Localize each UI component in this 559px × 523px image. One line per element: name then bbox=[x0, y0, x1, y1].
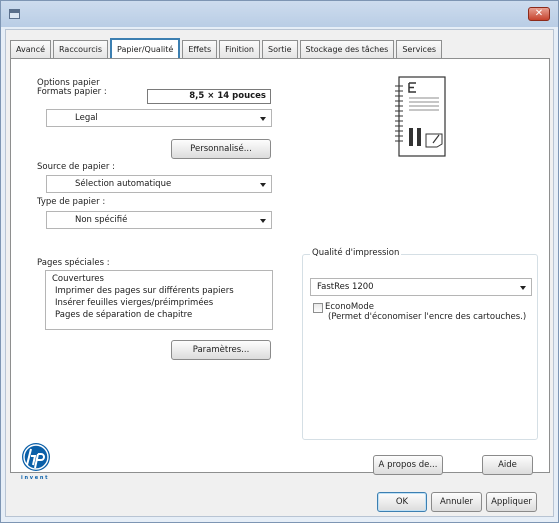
tab-raccourcis[interactable]: Raccourcis bbox=[53, 40, 108, 58]
apply-button[interactable]: Appliquer bbox=[486, 492, 537, 512]
special-pages-label: Pages spéciales : bbox=[37, 258, 110, 268]
paper-size-display: 8,5 × 14 pouces bbox=[147, 89, 271, 104]
hp-logo-icon bbox=[22, 443, 50, 471]
print-quality-dropdown[interactable]: FastRes 1200 bbox=[310, 278, 532, 296]
print-quality-label: Qualité d'impression bbox=[310, 248, 402, 258]
paper-source-value: Sélection automatique bbox=[75, 179, 172, 189]
special-pages-list[interactable]: Couvertures Imprimer des pages sur diffé… bbox=[45, 270, 273, 330]
tab-effets[interactable]: Effets bbox=[182, 40, 218, 58]
chevron-down-icon bbox=[260, 183, 266, 187]
paper-formats-label: Formats papier : bbox=[37, 87, 107, 97]
print-properties-window: ✕ Avancé Raccourcis Papier/Qualité Effet… bbox=[0, 0, 559, 523]
hp-invent-text: i n v e n t bbox=[21, 475, 48, 481]
list-item[interactable]: Insérer feuilles vierges/préimprimées bbox=[51, 297, 272, 309]
paper-type-label: Type de papier : bbox=[37, 197, 106, 207]
paper-type-value: Non spécifié bbox=[75, 215, 128, 225]
tab-stockage-des-taches[interactable]: Stockage des tâches bbox=[299, 40, 395, 58]
paper-format-dropdown[interactable]: Legal bbox=[46, 109, 272, 127]
tab-finition[interactable]: Finition bbox=[219, 40, 260, 58]
economode-checkbox[interactable] bbox=[313, 303, 323, 313]
print-quality-value: FastRes 1200 bbox=[317, 282, 374, 292]
paper-type-dropdown[interactable]: Non spécifié bbox=[46, 211, 272, 229]
list-item[interactable]: Pages de séparation de chapitre bbox=[51, 309, 272, 321]
tab-services[interactable]: Services bbox=[396, 40, 443, 58]
page-preview-icon bbox=[395, 76, 446, 157]
title-bar[interactable]: ✕ bbox=[1, 1, 558, 27]
paper-source-label: Source de papier : bbox=[37, 162, 115, 172]
economode-description: (Permet d'économiser l'encre des cartouc… bbox=[328, 312, 527, 322]
printer-icon bbox=[9, 9, 20, 19]
list-item[interactable]: Couvertures bbox=[51, 273, 272, 285]
custom-size-button[interactable]: Personnalisé... bbox=[171, 139, 271, 159]
tab-avance[interactable]: Avancé bbox=[10, 40, 52, 58]
cancel-button[interactable]: Annuler bbox=[431, 492, 482, 512]
ok-button[interactable]: OK bbox=[377, 492, 427, 512]
chevron-down-icon bbox=[520, 286, 526, 290]
tab-papier-qualite[interactable]: Papier/Qualité bbox=[109, 38, 181, 59]
chevron-down-icon bbox=[260, 219, 266, 223]
settings-button[interactable]: Paramètres... bbox=[171, 340, 271, 360]
about-button[interactable]: A propos de... bbox=[373, 455, 443, 475]
help-button[interactable]: Aide bbox=[482, 455, 533, 475]
tab-strip: Avancé Raccourcis Papier/Qualité Effets … bbox=[10, 36, 444, 59]
paper-format-value: Legal bbox=[75, 113, 98, 123]
close-button[interactable]: ✕ bbox=[528, 7, 550, 21]
chevron-down-icon bbox=[260, 117, 266, 121]
tab-sortie[interactable]: Sortie bbox=[262, 40, 298, 58]
hp-logo bbox=[21, 442, 51, 472]
list-item[interactable]: Imprimer des pages sur différents papier… bbox=[51, 285, 272, 297]
economode-label: EconoMode bbox=[325, 302, 374, 312]
paper-source-dropdown[interactable]: Sélection automatique bbox=[46, 175, 272, 193]
